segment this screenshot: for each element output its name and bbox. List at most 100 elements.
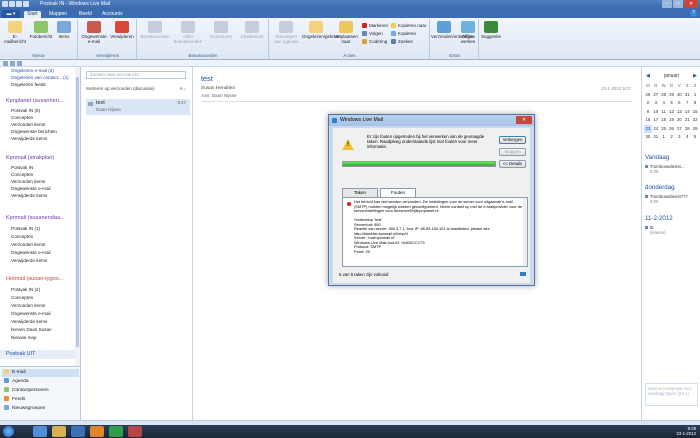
- delete-button[interactable]: Verwijderen: [109, 21, 135, 49]
- undo-icon[interactable]: [9, 1, 15, 7]
- tab-beeld[interactable]: Beeld: [76, 11, 95, 18]
- folder-item[interactable]: Concepten: [11, 294, 33, 301]
- folder-item[interactable]: Ongewenste e-mail: [11, 185, 51, 192]
- redo-icon[interactable]: [16, 1, 22, 7]
- tab-accounts[interactable]: Accounts: [99, 11, 126, 18]
- offline-button[interactable]: Offline werken: [457, 21, 479, 49]
- calendar-day[interactable]: 31: [683, 91, 691, 100]
- sort-direction[interactable]: A ↓: [180, 85, 186, 92]
- compact-icon[interactable]: [17, 61, 22, 66]
- calendar-day[interactable]: 1: [660, 133, 668, 142]
- calendar-day[interactable]: 23: [644, 124, 652, 133]
- dialog-title-bar[interactable]: Windows Live Mail ✕: [329, 115, 534, 126]
- reading-sender[interactable]: Susan Hendriks: [201, 86, 235, 91]
- copy-to-button[interactable]: Kopiëren naar: [391, 22, 426, 29]
- folder-item[interactable]: Postvak IN (1): [11, 225, 40, 232]
- message-row[interactable]: test Daan Nijsse 9:27: [86, 99, 190, 115]
- calendar-day[interactable]: 17: [652, 116, 660, 125]
- folder-item[interactable]: Verwijderde items: [11, 135, 47, 142]
- move-to-button[interactable]: Verplaatsen naar: [332, 21, 360, 49]
- junk-button[interactable]: Ongewenste e-mail: [81, 21, 107, 49]
- folder-item[interactable]: Verzonden items: [11, 121, 45, 128]
- folder-outbox[interactable]: Postvak UIT: [0, 350, 80, 359]
- calendar-day[interactable]: 5: [691, 133, 699, 142]
- reply-all-button[interactable]: Allen beantwoorden: [172, 21, 204, 49]
- stop-button[interactable]: Stoppen: [499, 148, 526, 156]
- chat-button[interactable]: Chatbericht: [238, 21, 266, 49]
- calendar-day[interactable]: 28: [660, 91, 668, 100]
- save-icon[interactable]: [2, 1, 8, 7]
- watch-button[interactable]: Volgen: [362, 30, 383, 37]
- calendar-day[interactable]: 26: [668, 125, 676, 134]
- folder-item[interactable]: Verzonden items: [11, 241, 45, 248]
- scrollbar-thumb[interactable]: [76, 77, 79, 347]
- app-icon[interactable]: [109, 426, 123, 437]
- tab-tasks[interactable]: Taken: [342, 188, 378, 197]
- calendar-day[interactable]: 3: [675, 133, 683, 142]
- copy-button[interactable]: Kopiëren: [391, 30, 416, 37]
- calendar-day[interactable]: 28: [683, 125, 691, 134]
- find-button[interactable]: Zoeken: [391, 38, 413, 45]
- tab-start[interactable]: Start: [24, 11, 41, 18]
- calendar-event[interactable]: ttt (Hanen): [645, 225, 699, 235]
- calendar-day[interactable]: 20: [675, 116, 683, 125]
- next-month-icon[interactable]: ▶: [693, 73, 697, 79]
- start-button[interactable]: [3, 426, 14, 437]
- calendar-day[interactable]: 22: [691, 116, 699, 125]
- calendar-day[interactable]: 3: [652, 99, 660, 108]
- folder-item[interactable]: Postvak IN (6): [11, 107, 40, 114]
- folder-item[interactable]: Verwijderde items: [11, 192, 47, 199]
- folder-item[interactable]: Verwijderde items: [11, 257, 47, 264]
- reply-button[interactable]: Beantwoorden: [140, 21, 170, 49]
- folder-item[interactable]: Ongewenste e-mail: [11, 310, 51, 317]
- calendar-day[interactable]: 25: [660, 125, 668, 134]
- folder-unread-email[interactable]: Ongelezen e-mail (3): [11, 67, 54, 74]
- quick-event-input[interactable]: Snel een afspraak voor vandaag typen (23…: [645, 383, 698, 406]
- calendar-day[interactable]: 31: [652, 133, 660, 142]
- folder-item[interactable]: Verwijderde items: [11, 318, 47, 325]
- calendar-day[interactable]: 30: [644, 133, 652, 142]
- folder-item[interactable]: breven Daan Susan: [11, 326, 52, 333]
- search-input[interactable]: Zoeken naar een bericht: [86, 71, 186, 79]
- calendar-day[interactable]: 26: [644, 91, 652, 100]
- hide-button[interactable]: Verbergen: [499, 136, 526, 144]
- folder-item[interactable]: Concepten: [11, 233, 33, 240]
- send-receive-button[interactable]: Verzenden/ontvangen: [431, 21, 475, 49]
- calendar-day[interactable]: 1: [691, 91, 699, 100]
- calendar-day[interactable]: 8: [691, 99, 699, 108]
- explorer-icon[interactable]: [52, 426, 66, 437]
- forward-button[interactable]: Doorsturen: [206, 21, 236, 49]
- details-button[interactable]: << Details: [499, 160, 526, 168]
- nav-email[interactable]: E-mail: [2, 369, 79, 377]
- folder-item[interactable]: Ongewenste e-mail: [11, 249, 51, 256]
- folder-item[interactable]: Verzonden items: [11, 302, 45, 309]
- folder-item[interactable]: Concepten: [11, 114, 33, 121]
- calendar-day[interactable]: 4: [660, 99, 668, 108]
- help-icon[interactable]: ?: [690, 10, 697, 17]
- app-icon[interactable]: [128, 426, 142, 437]
- to-value[interactable]: Daan Nijsse: [212, 93, 237, 98]
- encoding-button[interactable]: Codering: [362, 38, 387, 45]
- folder-item[interactable]: Concepten: [11, 171, 33, 178]
- maximize-button[interactable]: □: [673, 0, 683, 8]
- system-clock[interactable]: 9:29 23-1-2012: [676, 426, 696, 436]
- calendar-event[interactable]: Trombosedienst??? 9:00: [645, 194, 699, 204]
- folder-item[interactable]: Verzonden items: [11, 178, 45, 185]
- calendar-day[interactable]: 10: [652, 108, 660, 117]
- folder-scrollbar[interactable]: [75, 67, 80, 366]
- calendar-day[interactable]: 30: [675, 91, 683, 100]
- calendar-day[interactable]: 6: [675, 99, 683, 108]
- calendar-day[interactable]: 18: [660, 116, 668, 125]
- nav-calendar[interactable]: Agenda: [4, 378, 29, 386]
- add-to-calendar-button[interactable]: Toevoegen aan agenda: [272, 21, 300, 49]
- account-kpnmail-strakplan[interactable]: Kpnmail (strakplan): [6, 154, 54, 163]
- mail-icon[interactable]: [71, 426, 85, 437]
- calendar-day[interactable]: 14: [683, 108, 691, 117]
- calendar-day[interactable]: 4: [683, 133, 691, 142]
- nav-newsgroups[interactable]: Nieuwsgroepen: [4, 405, 45, 413]
- tab-mappen[interactable]: Mappen: [46, 11, 70, 18]
- minimize-button[interactable]: –: [662, 0, 672, 8]
- account-kpnplanet[interactable]: Kpnplanet (susanhen...: [6, 97, 64, 106]
- sort-label[interactable]: Sorteren op verzonden (discussie): [86, 86, 155, 91]
- layout-icon[interactable]: [10, 61, 15, 66]
